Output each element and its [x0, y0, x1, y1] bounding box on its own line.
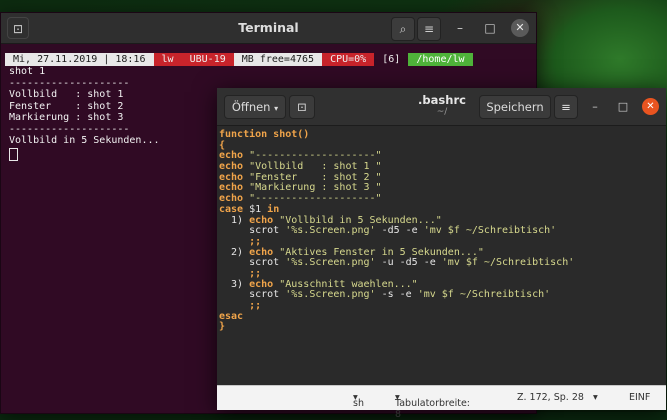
code-token: function shot(): [219, 129, 310, 140]
insert-mode: EINF: [629, 392, 651, 403]
code-token: ;;: [219, 267, 262, 279]
chevron-down-icon: ▾: [274, 104, 279, 113]
search-icon[interactable]: ⌕: [391, 17, 415, 41]
code-token: 'mv $f ~/Schreibtisch': [417, 289, 551, 301]
code-token: "--------------------": [249, 150, 382, 162]
code-editor[interactable]: function shot(){echo "------------------…: [217, 126, 666, 386]
code-token: echo: [219, 193, 250, 205]
code-token: echo: [219, 182, 250, 194]
status-segment: MB free=4765: [233, 53, 323, 66]
code-token: echo: [219, 161, 250, 173]
code-token: "--------------------": [249, 193, 382, 205]
code-token: 'mv $f ~/Schreibtisch': [441, 257, 575, 269]
status-segment: lw: [153, 53, 182, 66]
cursor-position: Z. 172, Sp. 28: [517, 392, 584, 403]
code-token: 'mv $f ~/Schreibtisch': [423, 225, 557, 237]
code-token: -u -d5 -e: [375, 257, 442, 269]
code-token: "Ausschnitt waehlen...": [279, 278, 418, 290]
code-line: }: [217, 322, 666, 333]
code-token: 2): [219, 246, 250, 258]
code-token: -d5 -e: [375, 225, 424, 237]
code-token: in: [267, 203, 280, 215]
code-token: -s -e: [375, 289, 418, 301]
code-line: esac: [217, 310, 666, 323]
editor-title: .bashrc: [418, 93, 466, 107]
open-button-label: Öffnen: [231, 100, 271, 114]
code-token: echo: [219, 171, 250, 183]
tab-width-selector[interactable]: Tabulatorbreite: 8 ▾: [395, 392, 470, 420]
editor-statusbar: sh ▾ Tabulatorbreite: 8 ▾ Z. 172, Sp. 28…: [217, 385, 666, 420]
code-token: {: [219, 139, 226, 151]
terminal-status-bar: Mi, 27.11.2019 | 18:16 lw UBU-19 MB free…: [5, 53, 532, 66]
code-token: esac: [219, 310, 244, 322]
close-icon[interactable]: ✕: [511, 19, 529, 37]
code-token: ;;: [219, 300, 262, 311]
save-button[interactable]: Speichern: [479, 95, 551, 119]
terminal-titlebar[interactable]: ⊡ Terminal ⌕ ≡ – □ ✕: [1, 13, 536, 44]
code-token: "Aktives Fenster in 5 Sekunden...": [279, 246, 484, 258]
editor-window[interactable]: Öffnen ▾ ⊡ .bashrc ~/ Speichern ≡ – □ ✕ …: [217, 88, 666, 420]
code-token: echo: [219, 150, 250, 162]
code-token: scrot: [219, 289, 286, 301]
code-token: ;;: [219, 235, 262, 247]
language-selector[interactable]: sh ▾: [353, 392, 364, 409]
code-token: 3): [219, 278, 250, 290]
code-token: "Vollbild : shot 1 ": [249, 161, 382, 173]
code-token: 1): [219, 214, 250, 226]
code-line: scrot '%s.Screen.png' -u -d5 -e 'mv $f ~…: [217, 257, 666, 269]
maximize-icon[interactable]: □: [479, 17, 501, 39]
code-token: $1: [249, 203, 268, 215]
language-label: sh: [353, 398, 364, 409]
code-token: echo: [249, 246, 280, 258]
terminal-line: shot 1: [9, 66, 46, 77]
tab-width-label: Tabulatorbreite: 8: [395, 398, 470, 420]
minimize-icon[interactable]: –: [449, 17, 471, 39]
code-line: echo "--------------------": [217, 193, 666, 205]
close-icon[interactable]: ✕: [642, 98, 659, 115]
code-token: echo: [249, 278, 280, 290]
code-token: case: [219, 203, 250, 215]
code-token: "Fenster : shot 2 ": [249, 171, 382, 183]
terminal-cursor: [9, 147, 18, 161]
code-line: scrot '%s.Screen.png' -s -e 'mv $f ~/Sch…: [217, 289, 666, 301]
new-document-icon[interactable]: ⊡: [289, 95, 315, 119]
position-dropdown-icon[interactable]: ▾: [593, 392, 598, 403]
code-token: echo: [249, 214, 280, 226]
status-segment: UBU-19: [181, 53, 234, 66]
code-token: scrot: [219, 225, 286, 237]
editor-subtitle: ~/: [436, 107, 448, 117]
code-line: ;;: [217, 300, 666, 312]
status-segment: Mi, 27.11.2019 | 18:16: [5, 53, 154, 66]
code-token: '%s.Screen.png': [285, 257, 376, 269]
menu-icon[interactable]: ≡: [554, 95, 578, 119]
code-line: scrot '%s.Screen.png' -d5 -e 'mv $f ~/Sc…: [217, 225, 666, 237]
open-button[interactable]: Öffnen ▾: [224, 95, 286, 119]
status-segment: /home/lw: [408, 53, 473, 66]
minimize-icon[interactable]: –: [587, 99, 603, 115]
menu-icon[interactable]: ≡: [417, 17, 441, 41]
code-token: scrot: [219, 257, 286, 269]
maximize-icon[interactable]: □: [615, 99, 631, 115]
editor-headerbar[interactable]: Öffnen ▾ ⊡ .bashrc ~/ Speichern ≡ – □ ✕: [217, 88, 666, 126]
code-token: "Markierung : shot 3 ": [249, 182, 382, 194]
code-token: '%s.Screen.png': [285, 225, 376, 237]
code-token: "Vollbild in 5 Sekunden...": [279, 214, 442, 226]
status-segment: CPU=0%: [322, 53, 375, 66]
status-segment: [6]: [374, 53, 409, 66]
code-token: }: [219, 321, 226, 333]
code-line: function shot(): [217, 129, 666, 141]
code-token: '%s.Screen.png': [285, 289, 376, 301]
